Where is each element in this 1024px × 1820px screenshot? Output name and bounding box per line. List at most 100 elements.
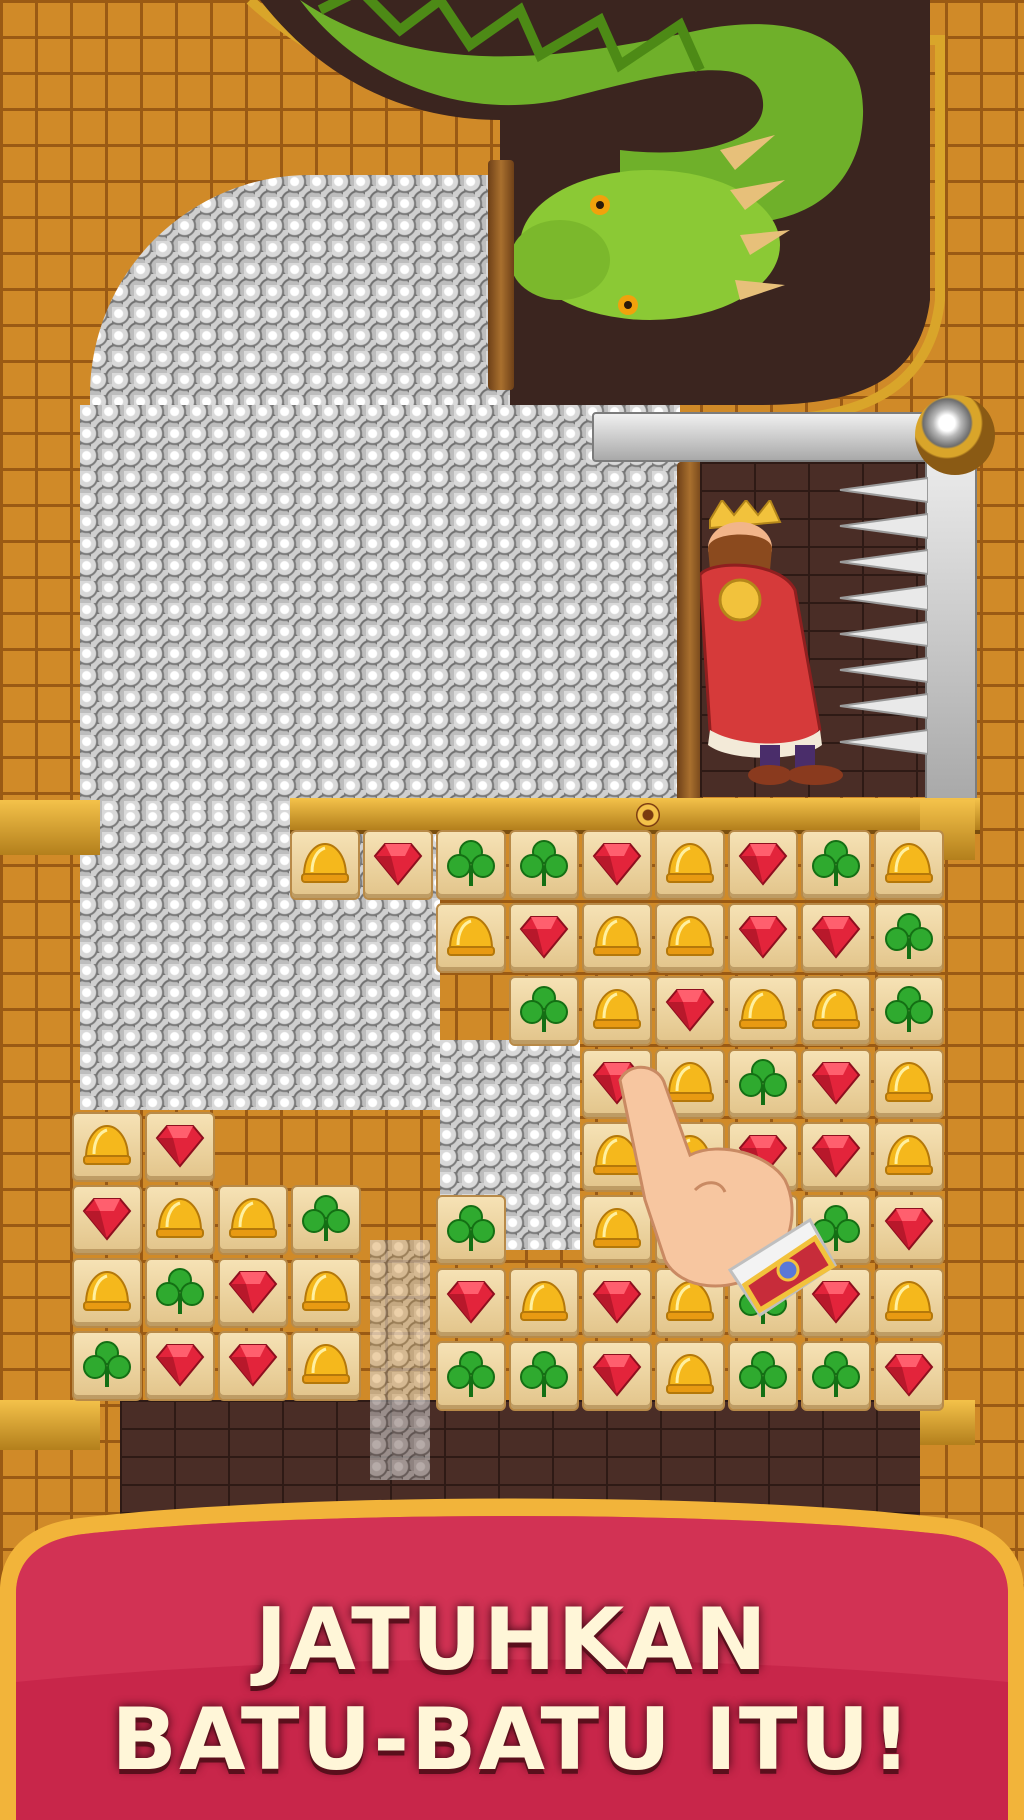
red-gem-icon — [371, 836, 425, 894]
helmet-tile[interactable] — [290, 830, 360, 900]
red-gem-icon — [663, 982, 717, 1040]
green-clover-icon — [444, 1201, 498, 1259]
left-gold-pillar — [0, 800, 100, 855]
gem-tile[interactable] — [436, 1268, 506, 1338]
red-gem-icon — [736, 909, 790, 967]
red-gem-icon — [80, 1191, 134, 1249]
clover-tile[interactable] — [436, 1195, 506, 1265]
banner-title-line1: JATUHKAN — [255, 1590, 769, 1690]
red-gem-icon — [590, 1347, 644, 1405]
metal-pin-horizontal[interactable] — [592, 412, 932, 462]
gold-helmet-icon — [663, 836, 717, 894]
helmet-tile[interactable] — [874, 1268, 944, 1338]
gold-helmet-icon — [882, 836, 936, 894]
gem-tile[interactable] — [728, 830, 798, 900]
gold-helmet-icon — [882, 1055, 936, 1113]
gem-tile[interactable] — [582, 830, 652, 900]
gem-tile[interactable] — [801, 903, 871, 973]
gem-tile[interactable] — [218, 1331, 288, 1401]
gem-tile[interactable] — [655, 976, 725, 1046]
red-gem-icon — [226, 1337, 280, 1395]
clover-tile[interactable] — [728, 1341, 798, 1411]
helmet-tile[interactable] — [291, 1258, 361, 1328]
green-clover-icon — [153, 1264, 207, 1322]
pin-handle[interactable] — [915, 395, 995, 475]
clover-tile[interactable] — [801, 830, 871, 900]
green-clover-icon — [517, 1347, 571, 1405]
green-clover-icon — [517, 982, 571, 1040]
clover-tile[interactable] — [874, 976, 944, 1046]
gem-tile[interactable] — [582, 1341, 652, 1411]
helmet-tile[interactable] — [655, 830, 725, 900]
helmet-tile[interactable] — [582, 976, 652, 1046]
gold-helmet-icon — [590, 982, 644, 1040]
gem-tile[interactable] — [72, 1185, 142, 1255]
gold-helmet-icon — [299, 1337, 353, 1395]
banner-title-line2: BATU-BATU ITU! — [111, 1690, 913, 1790]
gold-helmet-icon — [299, 1264, 353, 1322]
green-clover-icon — [736, 1347, 790, 1405]
green-clover-icon — [882, 982, 936, 1040]
clover-tile[interactable] — [801, 1341, 871, 1411]
clover-tile[interactable] — [509, 976, 579, 1046]
helmet-tile[interactable] — [874, 1049, 944, 1119]
clover-tile[interactable] — [145, 1258, 215, 1328]
gold-helmet-icon — [663, 1347, 717, 1405]
ledge-emblem — [636, 803, 660, 827]
green-clover-icon — [809, 836, 863, 894]
red-gem-icon — [226, 1264, 280, 1322]
wooden-pin[interactable] — [488, 160, 514, 390]
gem-tile[interactable] — [145, 1331, 215, 1401]
gravel-main — [80, 405, 680, 810]
helmet-tile[interactable] — [582, 903, 652, 973]
green-clover-icon — [80, 1337, 134, 1395]
clover-tile[interactable] — [72, 1331, 142, 1401]
helmet-tile[interactable] — [874, 830, 944, 900]
gem-tile[interactable] — [363, 830, 433, 900]
king-character — [700, 500, 843, 785]
clover-tile[interactable] — [509, 1341, 579, 1411]
gem-tile[interactable] — [218, 1258, 288, 1328]
helmet-tile[interactable] — [655, 1341, 725, 1411]
red-gem-icon — [882, 1347, 936, 1405]
gold-helmet-icon — [882, 1274, 936, 1332]
gold-helmet-icon — [809, 982, 863, 1040]
helmet-tile[interactable] — [509, 1268, 579, 1338]
helmet-tile[interactable] — [436, 903, 506, 973]
left-gold-base — [0, 1400, 100, 1450]
clover-tile[interactable] — [291, 1185, 361, 1255]
green-clover-icon — [444, 836, 498, 894]
red-gem-icon — [882, 1201, 936, 1259]
helmet-tile[interactable] — [72, 1258, 142, 1328]
gem-tile[interactable] — [874, 1341, 944, 1411]
red-gem-icon — [444, 1274, 498, 1332]
helmet-tile[interactable] — [728, 976, 798, 1046]
gem-tile[interactable] — [728, 903, 798, 973]
clover-tile[interactable] — [509, 830, 579, 900]
helmet-tile[interactable] — [655, 903, 725, 973]
pointing-hand-icon — [618, 1065, 837, 1318]
gem-tile[interactable] — [509, 903, 579, 973]
helmet-tile[interactable] — [291, 1331, 361, 1401]
clover-tile[interactable] — [436, 1341, 506, 1411]
helmet-tile[interactable] — [874, 1122, 944, 1192]
helmet-tile[interactable] — [72, 1112, 142, 1182]
gravel-falling — [370, 1240, 430, 1480]
clover-tile[interactable] — [436, 830, 506, 900]
clover-tile[interactable] — [874, 903, 944, 973]
red-gem-icon — [809, 909, 863, 967]
gold-helmet-icon — [226, 1191, 280, 1249]
red-gem-icon — [736, 836, 790, 894]
green-clover-icon — [444, 1347, 498, 1405]
gem-tile[interactable] — [145, 1112, 215, 1182]
green-clover-icon — [299, 1191, 353, 1249]
gold-helmet-icon — [444, 909, 498, 967]
gold-helmet-icon — [517, 1274, 571, 1332]
green-clover-icon — [809, 1347, 863, 1405]
green-clover-icon — [882, 909, 936, 967]
helmet-tile[interactable] — [801, 976, 871, 1046]
gem-tile[interactable] — [874, 1195, 944, 1265]
helmet-tile[interactable] — [145, 1185, 215, 1255]
helmet-tile[interactable] — [218, 1185, 288, 1255]
metal-pin-vertical[interactable] — [925, 430, 977, 800]
